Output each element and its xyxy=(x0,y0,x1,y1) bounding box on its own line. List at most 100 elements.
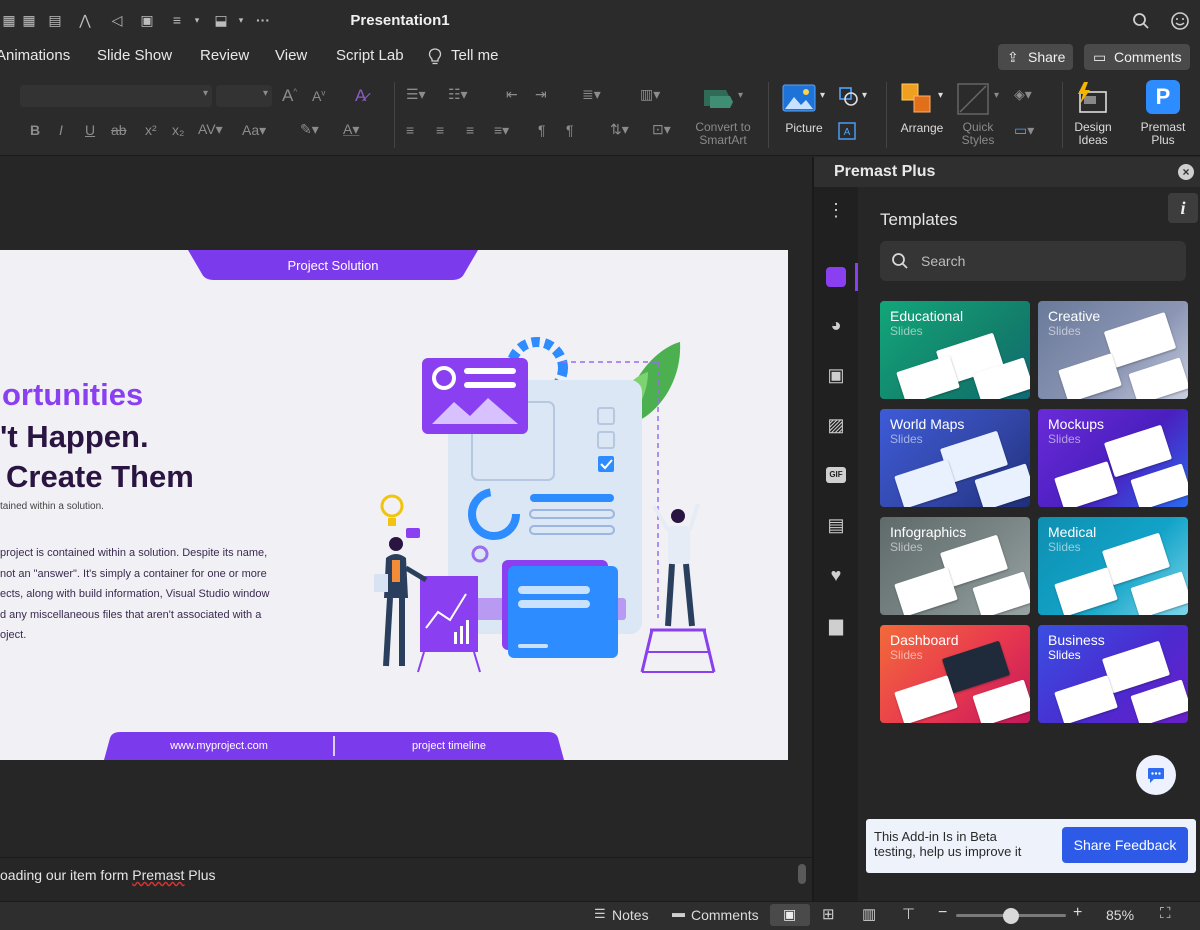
crop-nav-icon[interactable]: ▣ xyxy=(826,365,846,385)
smartart-icon[interactable] xyxy=(700,86,734,112)
strikethrough-icon[interactable]: ab xyxy=(111,122,127,138)
increase-indent-icon[interactable]: ⇥ xyxy=(535,86,547,103)
info-button[interactable]: i xyxy=(1168,193,1198,223)
numbering-icon[interactable]: ☷▾ xyxy=(448,86,468,103)
font-color-icon[interactable]: A▾ xyxy=(343,121,359,138)
premast-plus-logo[interactable]: P xyxy=(1146,80,1180,114)
chevron-down-icon[interactable]: ▾ xyxy=(862,90,867,101)
rtl-icon[interactable]: ¶ xyxy=(566,122,574,138)
normal-view-button[interactable]: ▣ xyxy=(770,904,810,926)
chevron-down-icon[interactable]: ▾ xyxy=(820,90,825,101)
align-text-icon[interactable]: ⊡▾ xyxy=(652,121,671,138)
chevron-down-icon[interactable]: ▾ xyxy=(938,90,943,101)
notes-text-part: oading our item form xyxy=(0,867,133,883)
template-card-educational[interactable]: Educational Slides xyxy=(880,301,1030,399)
body-line: project is contained within a solution. … xyxy=(0,547,268,559)
justify-icon[interactable]: ≡▾ xyxy=(494,122,509,139)
fit-slide-icon[interactable]: ⛶ xyxy=(1160,905,1171,922)
share-button[interactable]: ⇪ Share xyxy=(998,44,1073,70)
columns-icon[interactable]: ▥▾ xyxy=(640,86,660,103)
folder-icon[interactable]: ▆ xyxy=(826,615,846,635)
shape-fill-icon[interactable]: ◈▾ xyxy=(1014,86,1032,103)
templates-nav-icon[interactable] xyxy=(826,267,846,287)
book-nav-icon[interactable]: ▤ xyxy=(826,515,846,535)
template-title: Educational xyxy=(890,308,964,324)
shapes-icon[interactable] xyxy=(838,86,860,108)
template-card-business[interactable]: Business Slides xyxy=(1038,625,1188,723)
align-left-icon[interactable]: ≡ xyxy=(406,122,414,138)
heart-icon[interactable]: ♥ xyxy=(826,565,846,585)
comment-icon: ▬ xyxy=(672,905,685,920)
text-direction-icon[interactable]: ⇅▾ xyxy=(610,121,629,138)
template-card-dashboard[interactable]: Dashboard Slides xyxy=(880,625,1030,723)
slideshow-icon[interactable]: ⊤ xyxy=(902,905,915,923)
smiley-feedback-icon[interactable] xyxy=(1170,11,1190,31)
line-spacing-icon[interactable]: ≣▾ xyxy=(582,86,601,103)
notes-toggle[interactable]: Notes xyxy=(612,907,649,923)
chevron-down-icon[interactable]: ▾ xyxy=(994,90,999,101)
tell-me-search[interactable]: Tell me xyxy=(451,47,499,64)
pane-header: Premast Plus × xyxy=(814,157,1200,187)
align-right-icon[interactable]: ≡ xyxy=(466,122,474,138)
share-feedback-button[interactable]: Share Feedback xyxy=(1062,827,1188,863)
slide[interactable]: Project Solution ortunities 't Happen. C… xyxy=(0,250,788,760)
slide-sorter-icon[interactable]: ⊞ xyxy=(822,905,835,923)
character-spacing-icon[interactable]: AV▾ xyxy=(198,121,223,138)
beta-banner: This Add-in Is in Beta testing, help us i… xyxy=(866,819,1196,873)
search-icon[interactable] xyxy=(1132,12,1150,30)
superscript-icon[interactable]: x² xyxy=(145,122,157,138)
decrease-indent-icon[interactable]: ⇤ xyxy=(506,86,518,103)
comments-button[interactable]: ▭ Comments xyxy=(1084,44,1190,70)
template-card-infographics[interactable]: Infographics Slides xyxy=(880,517,1030,615)
change-case-icon[interactable]: Aa▾ xyxy=(242,122,266,139)
chat-button[interactable] xyxy=(1136,755,1176,795)
design-ideas-icon[interactable] xyxy=(1074,80,1110,116)
arrange-icon[interactable] xyxy=(900,82,934,116)
template-card-creative[interactable]: Creative Slides xyxy=(1038,301,1188,399)
zoom-out-icon[interactable]: − xyxy=(938,904,947,922)
zoom-slider[interactable] xyxy=(956,908,1066,924)
tab-review[interactable]: Review xyxy=(200,47,249,64)
tab-animations[interactable]: Animations xyxy=(0,47,70,64)
ltr-icon[interactable]: ¶ xyxy=(538,122,546,138)
align-center-icon[interactable]: ≡ xyxy=(436,122,444,138)
template-card-mockups[interactable]: Mockups Slides xyxy=(1038,409,1188,507)
zoom-slider-thumb[interactable] xyxy=(1003,908,1019,924)
lightbulb-icon xyxy=(428,48,442,65)
shapes-nav-icon[interactable]: ◕ xyxy=(826,315,846,335)
decrease-font-icon[interactable]: Av xyxy=(312,88,325,104)
underline-icon[interactable]: U xyxy=(85,122,95,138)
notes-scrollbar[interactable] xyxy=(798,864,806,884)
font-name-dropdown[interactable]: ▾ xyxy=(20,85,212,107)
reading-view-icon[interactable]: ▥ xyxy=(862,905,876,923)
zoom-in-icon[interactable]: + xyxy=(1073,904,1082,922)
increase-font-icon[interactable]: A^ xyxy=(282,86,297,106)
bullets-icon[interactable]: ☰▾ xyxy=(406,86,426,103)
italic-icon[interactable]: I xyxy=(59,122,63,138)
highlight-icon[interactable]: ✎▾ xyxy=(300,121,319,138)
quick-styles-icon[interactable] xyxy=(956,82,990,116)
zoom-level[interactable]: 85% xyxy=(1106,907,1134,923)
template-card-world-maps[interactable]: World Maps Slides xyxy=(880,409,1030,507)
gif-nav-icon[interactable]: GIF xyxy=(826,467,846,483)
shape-outline-icon[interactable]: ▭▾ xyxy=(1014,122,1034,139)
close-icon[interactable]: × xyxy=(1178,164,1194,180)
image-nav-icon[interactable]: ▨ xyxy=(826,415,846,435)
text-box-icon[interactable]: A xyxy=(838,122,856,140)
font-size-dropdown[interactable]: ▾ xyxy=(216,85,272,107)
menu-dots-icon[interactable]: ⋮ xyxy=(826,201,846,225)
picture-icon[interactable] xyxy=(782,84,816,112)
tab-script-lab[interactable]: Script Lab xyxy=(336,47,404,64)
tab-view[interactable]: View xyxy=(275,47,307,64)
tab-slide-show[interactable]: Slide Show xyxy=(97,47,172,64)
notes-text[interactable]: oading our item form Premast Plus xyxy=(0,867,216,883)
chevron-down-icon[interactable]: ▾ xyxy=(738,90,743,101)
ribbon-separator xyxy=(1062,82,1063,148)
subscript-icon[interactable]: x₂ xyxy=(172,122,184,138)
bold-icon[interactable]: B xyxy=(30,122,40,138)
notes-pane[interactable]: oading our item form Premast Plus xyxy=(0,857,812,901)
clear-formatting-icon[interactable]: A̷ xyxy=(355,86,366,106)
search-input[interactable]: Search xyxy=(880,241,1186,281)
template-card-medical[interactable]: Medical Slides xyxy=(1038,517,1188,615)
comments-toggle[interactable]: Comments xyxy=(691,907,759,923)
